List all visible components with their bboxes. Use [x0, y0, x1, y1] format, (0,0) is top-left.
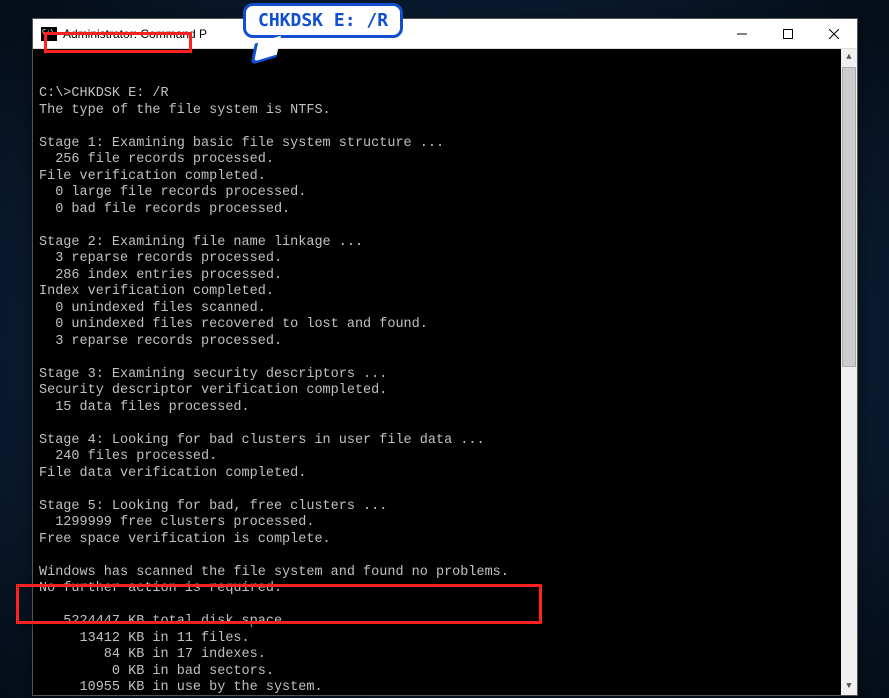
scrollbar[interactable]: ▲ ▼	[841, 49, 857, 695]
window-controls	[719, 19, 857, 48]
command-prompt-window: Administrator: Command P C:\>CHKDSK E: /…	[32, 18, 858, 696]
terminal-text: C:\>CHKDSK E: /R The type of the file sy…	[39, 86, 509, 695]
scroll-up-button[interactable]: ▲	[841, 49, 857, 66]
maximize-button[interactable]	[765, 19, 811, 48]
callout-annotation: CHKDSK E: /R	[243, 3, 403, 38]
titlebar[interactable]: Administrator: Command P	[33, 19, 857, 49]
minimize-button[interactable]	[719, 19, 765, 48]
callout-bubble: CHKDSK E: /R	[243, 3, 403, 38]
terminal-output[interactable]: C:\>CHKDSK E: /R The type of the file sy…	[33, 49, 857, 695]
cmd-icon	[41, 27, 57, 41]
scrollbar-thumb[interactable]	[842, 67, 856, 367]
callout-text: CHKDSK E: /R	[258, 10, 388, 31]
scroll-down-button[interactable]: ▼	[841, 678, 857, 695]
close-button[interactable]	[811, 19, 857, 48]
